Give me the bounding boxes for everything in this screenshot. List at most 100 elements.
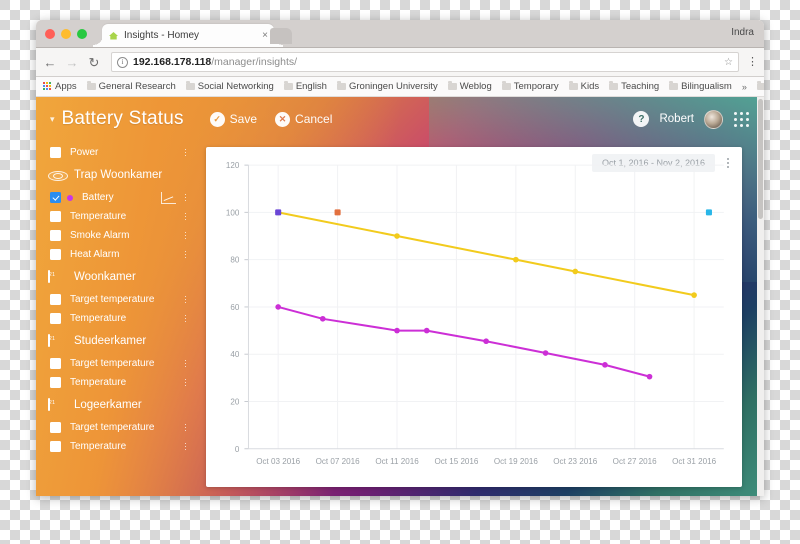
bookmark-folder-groningen-university[interactable]: Groningen University bbox=[336, 81, 438, 92]
browser-menu-icon[interactable]: ⋮ bbox=[747, 56, 758, 68]
bookmark-folder-bilingualism[interactable]: Bilingualism bbox=[669, 81, 732, 92]
row-menu-icon[interactable] bbox=[181, 295, 190, 304]
sidebar-item-smoke-alarm[interactable]: Smoke Alarm bbox=[36, 226, 198, 245]
checkbox[interactable] bbox=[50, 313, 61, 324]
row-menu-icon[interactable] bbox=[181, 314, 190, 323]
bookmark-folder-temporary[interactable]: Temporary bbox=[501, 81, 559, 92]
orange-point-marker bbox=[334, 209, 341, 216]
site-info-icon[interactable]: i bbox=[117, 56, 128, 68]
sidebar-group-studeerkamer[interactable]: Studeerkamer bbox=[36, 328, 198, 354]
checkbox[interactable] bbox=[50, 422, 61, 433]
checkbox[interactable] bbox=[50, 377, 61, 388]
address-bar[interactable]: i 192.168.178.118/manager/insights/ ☆ bbox=[111, 52, 739, 72]
row-menu-icon[interactable] bbox=[181, 148, 190, 157]
checkbox[interactable] bbox=[50, 249, 61, 260]
sidebar-item-label: Temperature bbox=[70, 211, 127, 222]
page-title: Battery Status bbox=[61, 108, 184, 129]
sidebar-item-label: Power bbox=[70, 147, 99, 158]
folder-icon bbox=[336, 81, 346, 90]
reload-button[interactable]: ↻ bbox=[87, 56, 101, 69]
user-name[interactable]: Robert bbox=[659, 113, 694, 125]
sidebar-item-temperature-logeerkamer[interactable]: Temperature bbox=[36, 437, 198, 456]
sidebar-item-heat-alarm[interactable]: Heat Alarm bbox=[36, 245, 198, 264]
bookmark-label: Teaching bbox=[621, 81, 660, 92]
help-icon[interactable]: ? bbox=[633, 111, 650, 127]
sidebar-item-label: Temperature bbox=[70, 377, 127, 388]
apps-menu-icon[interactable] bbox=[733, 111, 750, 128]
row-menu-icon[interactable] bbox=[181, 359, 190, 368]
sidebar-item-label: Smoke Alarm bbox=[70, 230, 130, 241]
sidebar-item-battery[interactable]: Battery bbox=[36, 188, 198, 207]
row-menu-icon[interactable] bbox=[181, 193, 190, 202]
bookmark-folder-teaching[interactable]: Teaching bbox=[609, 81, 659, 92]
row-menu-icon[interactable] bbox=[181, 378, 190, 387]
sidebar-item-power[interactable]: Power bbox=[36, 143, 198, 162]
sidebar-group-label: Logeerkamer bbox=[74, 399, 142, 411]
page-scrollbar[interactable] bbox=[757, 97, 764, 496]
bookmark-folder-english[interactable]: English bbox=[283, 81, 327, 92]
bookmark-folder-weblog[interactable]: Weblog bbox=[447, 81, 492, 92]
bookmark-folder-kids[interactable]: Kids bbox=[568, 81, 599, 92]
url-path: /manager/insights/ bbox=[211, 56, 298, 68]
close-tab-icon[interactable]: × bbox=[262, 30, 268, 41]
bookmark-folder-general-research[interactable]: General Research bbox=[86, 81, 176, 92]
sidebar-group-woonkamer[interactable]: Woonkamer bbox=[36, 264, 198, 290]
tab-strip: Insights - Homey × Indra bbox=[36, 20, 764, 48]
minimize-window-button[interactable] bbox=[61, 29, 71, 39]
row-menu-icon[interactable] bbox=[181, 250, 190, 259]
sidebar-item-label: Battery bbox=[82, 192, 114, 203]
forward-button: → bbox=[65, 54, 79, 70]
checkbox[interactable] bbox=[50, 211, 61, 222]
app-body: Power Trap Woonkamer Battery Temperature… bbox=[36, 141, 764, 496]
row-menu-icon[interactable] bbox=[181, 442, 190, 451]
app-header: ▾ Battery Status ✓ Save ✕ Cancel ? Rober… bbox=[36, 97, 764, 141]
back-button[interactable]: ← bbox=[43, 56, 57, 69]
folder-icon bbox=[609, 81, 619, 90]
new-tab-button[interactable] bbox=[270, 28, 292, 44]
avatar[interactable] bbox=[704, 109, 723, 129]
row-menu-icon[interactable] bbox=[181, 212, 190, 221]
sidebar-group-logeerkamer[interactable]: Logeerkamer bbox=[36, 392, 198, 418]
series-point bbox=[572, 268, 579, 275]
browser-toolbar: ← → ↻ i 192.168.178.118/manager/insights… bbox=[36, 48, 764, 77]
save-button-label: Save bbox=[229, 112, 258, 126]
check-icon: ✓ bbox=[209, 111, 225, 127]
sidebar-item-temperature-studeerkamer[interactable]: Temperature bbox=[36, 373, 198, 392]
page-viewport: ▾ Battery Status ✓ Save ✕ Cancel ? Rober… bbox=[36, 97, 764, 496]
collapse-caret-icon[interactable]: ▾ bbox=[50, 114, 55, 124]
bookmark-folder-social-networking[interactable]: Social Networking bbox=[185, 81, 274, 92]
profile-name[interactable]: Indra bbox=[731, 27, 754, 38]
browser-tab[interactable]: Insights - Homey × bbox=[93, 24, 283, 47]
y-axis-tick-label: 20 bbox=[230, 398, 240, 407]
mini-chart-icon[interactable] bbox=[161, 191, 176, 204]
checkbox[interactable] bbox=[50, 294, 61, 305]
checkbox[interactable] bbox=[50, 230, 61, 241]
close-window-button[interactable] bbox=[45, 29, 55, 39]
scrollbar-thumb[interactable] bbox=[758, 99, 763, 219]
sidebar-group-trap-woonkamer[interactable]: Trap Woonkamer bbox=[36, 162, 198, 188]
checkbox-checked[interactable] bbox=[50, 192, 61, 203]
thermostat-icon bbox=[48, 269, 65, 284]
sidebar-item-temperature-woonkamer[interactable]: Temperature bbox=[36, 309, 198, 328]
row-menu-icon[interactable] bbox=[181, 423, 190, 432]
checkbox[interactable] bbox=[50, 441, 61, 452]
bookmark-label: English bbox=[295, 81, 327, 92]
bookmark-folder-other-bookmarks[interactable]: Other Bookmarks bbox=[756, 81, 764, 92]
checkbox[interactable] bbox=[50, 147, 61, 158]
bookmark-star-icon[interactable]: ☆ bbox=[724, 57, 733, 68]
bookmarks-overflow-icon[interactable]: » bbox=[742, 82, 747, 92]
purple-start-marker bbox=[275, 209, 282, 216]
sidebar-item-temperature-trap[interactable]: Temperature bbox=[36, 207, 198, 226]
row-menu-icon[interactable] bbox=[181, 231, 190, 240]
sidebar-item-target-temperature-studeerkamer[interactable]: Target temperature bbox=[36, 354, 198, 373]
sidebar-item-target-temperature-logeerkamer[interactable]: Target temperature bbox=[36, 418, 198, 437]
sidebar-item-target-temperature-woonkamer[interactable]: Target temperature bbox=[36, 290, 198, 309]
checkbox[interactable] bbox=[50, 358, 61, 369]
bookmark-apps[interactable]: Apps bbox=[43, 81, 77, 92]
save-button[interactable]: ✓ Save bbox=[209, 111, 258, 127]
insights-sidebar: Power Trap Woonkamer Battery Temperature… bbox=[36, 141, 198, 496]
cancel-button[interactable]: ✕ Cancel bbox=[275, 111, 332, 127]
series-point bbox=[602, 362, 608, 368]
maximize-window-button[interactable] bbox=[77, 29, 87, 39]
series-point bbox=[275, 304, 282, 310]
